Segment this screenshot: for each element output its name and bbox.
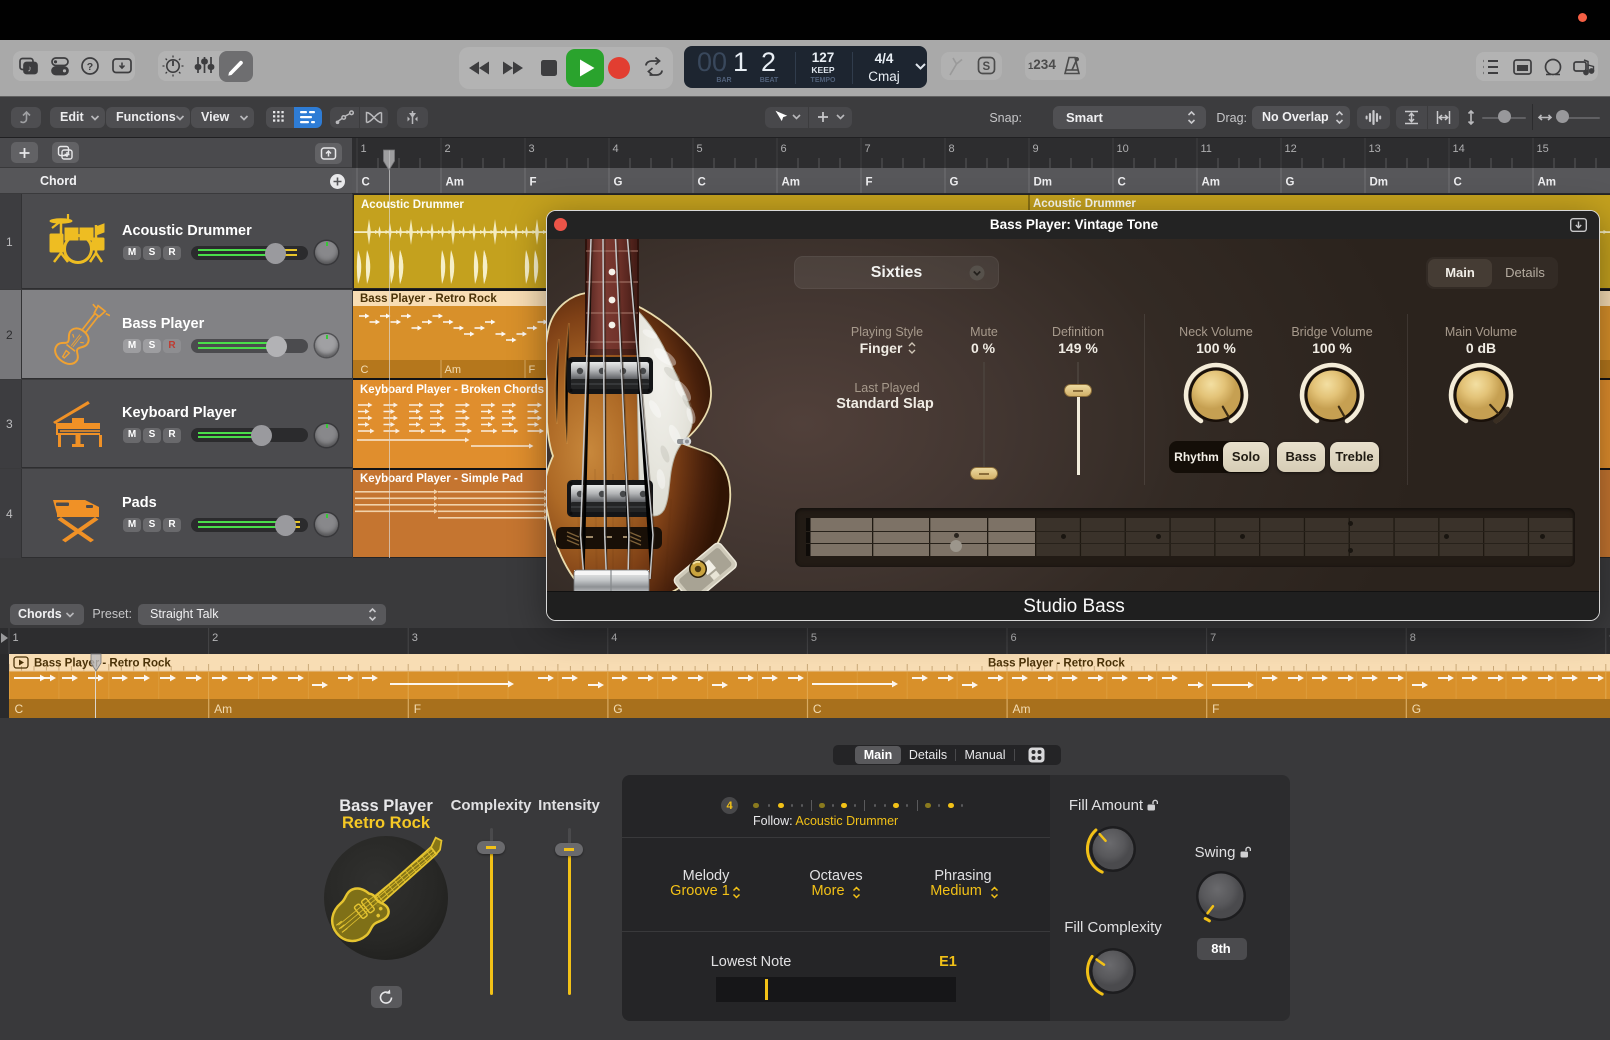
svg-text:G: G <box>1286 177 1295 189</box>
svg-text:Bass Player - Retro Rock: Bass Player - Retro Rock <box>988 658 1125 670</box>
svg-text:C: C <box>362 177 370 189</box>
svg-text:Am: Am <box>1013 702 1031 716</box>
svg-text:1: 1 <box>13 632 19 644</box>
svg-text:Am: Am <box>1202 177 1221 189</box>
svg-text:Dm: Dm <box>1370 177 1389 189</box>
svg-text:Keyboard Player - Simple Pad: Keyboard Player - Simple Pad <box>360 473 523 485</box>
svg-text:Dm: Dm <box>1034 177 1053 189</box>
svg-text:1: 1 <box>361 143 367 155</box>
svg-text:Acoustic Drummer: Acoustic Drummer <box>361 199 464 211</box>
svg-text:7: 7 <box>865 143 871 155</box>
svg-text:8: 8 <box>1410 632 1416 644</box>
svg-text:G: G <box>950 177 959 189</box>
svg-text:Am: Am <box>445 364 462 376</box>
svg-text:C: C <box>813 702 822 716</box>
svg-text:Am: Am <box>214 702 232 716</box>
svg-text:Bass Player - Retro Rock: Bass Player - Retro Rock <box>360 293 497 305</box>
svg-text:G: G <box>614 177 623 189</box>
svg-text:S: S <box>983 61 991 73</box>
svg-text:5: 5 <box>811 632 817 644</box>
svg-text:C: C <box>1118 177 1126 189</box>
svg-text:4: 4 <box>611 632 617 644</box>
svg-text:9: 9 <box>1033 143 1039 155</box>
svg-text:F: F <box>1212 702 1219 716</box>
svg-text:12: 12 <box>1285 143 1297 155</box>
svg-text:F: F <box>530 177 537 189</box>
svg-text:6: 6 <box>1011 632 1017 644</box>
svg-text:♪: ♪ <box>28 64 33 74</box>
svg-text:10: 10 <box>1117 143 1129 155</box>
svg-text:14: 14 <box>1453 143 1465 155</box>
svg-text:C: C <box>698 177 706 189</box>
svg-text:Am: Am <box>1538 177 1557 189</box>
svg-text:15: 15 <box>1537 143 1549 155</box>
svg-text:Am: Am <box>782 177 801 189</box>
svg-text:Am: Am <box>446 177 465 189</box>
svg-text:Bass Player - Retro Rock: Bass Player - Retro Rock <box>34 658 171 670</box>
svg-text:8: 8 <box>949 143 955 155</box>
svg-text:F: F <box>529 364 536 376</box>
svg-text:6: 6 <box>781 143 787 155</box>
svg-text:C: C <box>1454 177 1462 189</box>
svg-text:3: 3 <box>529 143 535 155</box>
svg-text:F: F <box>414 702 421 716</box>
svg-text:11: 11 <box>1201 143 1212 155</box>
svg-text:5: 5 <box>697 143 703 155</box>
svg-text:13: 13 <box>1369 143 1381 155</box>
svg-text:7: 7 <box>1210 632 1216 644</box>
svg-text:4: 4 <box>613 143 619 155</box>
svg-text:3: 3 <box>412 632 418 644</box>
svg-text:C: C <box>361 364 369 376</box>
svg-text:2: 2 <box>212 632 218 644</box>
svg-text:?: ? <box>87 61 93 73</box>
svg-text:G: G <box>1412 702 1421 716</box>
svg-text:G: G <box>613 702 622 716</box>
svg-text:2: 2 <box>445 143 451 155</box>
svg-text:F: F <box>866 177 873 189</box>
svg-text:C: C <box>15 702 24 716</box>
